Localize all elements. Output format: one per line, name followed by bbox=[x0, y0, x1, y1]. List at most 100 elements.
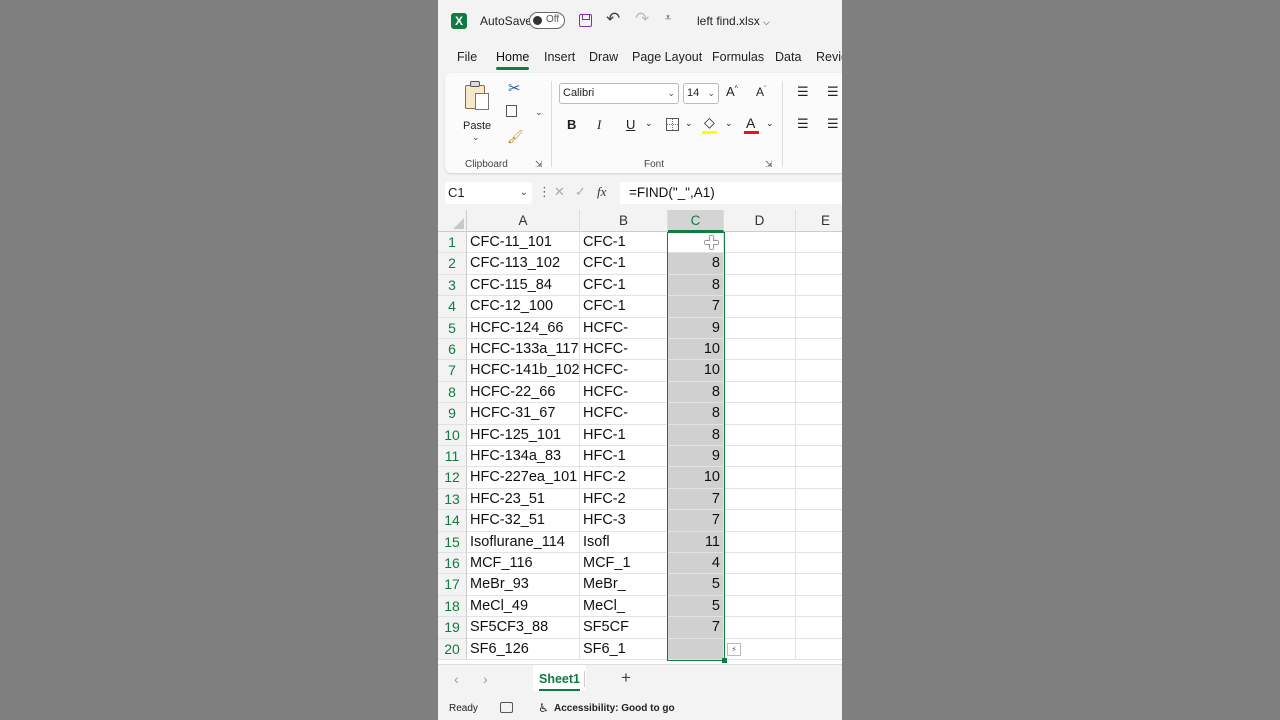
cell-d4[interactable] bbox=[724, 296, 796, 318]
cell-a10[interactable]: HFC-125_101 bbox=[467, 424, 580, 446]
cell-c4[interactable]: 7 bbox=[668, 296, 724, 318]
row-header-14[interactable]: 14 bbox=[438, 510, 467, 532]
cell-b8[interactable]: HCFC- bbox=[580, 381, 668, 404]
cell-b10[interactable]: HFC-1 bbox=[580, 424, 668, 446]
quick-analysis-icon[interactable]: ⚡ bbox=[727, 642, 741, 656]
cell-b14[interactable]: HFC-3 bbox=[580, 510, 668, 532]
cell-e13[interactable] bbox=[796, 489, 842, 511]
cell-e2[interactable] bbox=[796, 253, 842, 275]
enter-icon[interactable]: ✓ bbox=[575, 184, 586, 200]
cell-a18[interactable]: MeCl_49 bbox=[467, 595, 580, 618]
paste-dropdown-icon[interactable]: ⌄ bbox=[472, 132, 480, 143]
cell-c18[interactable]: 5 bbox=[668, 595, 724, 618]
cell-a6[interactable]: HCFC-133a_117 bbox=[467, 339, 580, 361]
cell-b18[interactable]: MeCl_ bbox=[580, 595, 668, 618]
fill-color-icon[interactable]: ◇ bbox=[704, 114, 715, 131]
row-header-6[interactable]: 6 bbox=[438, 339, 467, 361]
align-left-icon[interactable]: ☰ bbox=[797, 116, 809, 132]
cell-b7[interactable]: HCFC- bbox=[580, 360, 668, 382]
cell-d2[interactable] bbox=[724, 253, 796, 275]
paste-button-label[interactable]: Paste bbox=[463, 120, 491, 132]
copy-icon[interactable] bbox=[503, 102, 517, 117]
name-box[interactable]: C1 ⌄ bbox=[445, 182, 532, 204]
tab-home[interactable]: Home bbox=[496, 50, 530, 70]
italic-button[interactable]: I bbox=[597, 117, 601, 133]
cell-e1[interactable] bbox=[796, 232, 842, 254]
cell-b11[interactable]: HFC-1 bbox=[580, 446, 668, 468]
cell-d19[interactable] bbox=[724, 617, 796, 639]
cell-a11[interactable]: HFC-134a_83 bbox=[467, 446, 580, 468]
tab-insert[interactable]: Insert bbox=[544, 50, 575, 64]
macro-recording-icon[interactable] bbox=[500, 702, 513, 713]
copy-dropdown-icon[interactable]: ⌄ bbox=[535, 107, 543, 118]
tab-data[interactable]: Data bbox=[775, 50, 801, 64]
row-header-4[interactable]: 4 bbox=[438, 296, 467, 318]
cell-e19[interactable] bbox=[796, 617, 842, 639]
cell-b17[interactable]: MeBr_ bbox=[580, 574, 668, 596]
row-header-17[interactable]: 17 bbox=[438, 574, 467, 596]
cell-b6[interactable]: HCFC- bbox=[580, 339, 668, 361]
previous-sheet-icon[interactable]: ‹ bbox=[454, 671, 459, 687]
row-header-12[interactable]: 12 bbox=[438, 467, 467, 489]
cell-c12[interactable]: 10 bbox=[668, 467, 724, 489]
cell-d8[interactable] bbox=[724, 381, 796, 404]
cell-d16[interactable] bbox=[724, 553, 796, 575]
font-name-select[interactable]: Calibri ⌄ bbox=[559, 83, 679, 104]
cell-c16[interactable]: 4 bbox=[668, 553, 724, 575]
cell-d11[interactable] bbox=[724, 446, 796, 468]
cell-d12[interactable] bbox=[724, 467, 796, 489]
cell-e18[interactable] bbox=[796, 596, 842, 618]
cell-a16[interactable]: MCF_116 bbox=[467, 553, 580, 575]
row-header-13[interactable]: 13 bbox=[438, 488, 467, 511]
cell-a14[interactable]: HFC-32_51 bbox=[467, 510, 580, 532]
font-color-dropdown-icon[interactable]: ⌄ bbox=[766, 118, 774, 129]
tab-review[interactable]: Revie bbox=[816, 50, 842, 64]
tab-file[interactable]: File bbox=[457, 50, 477, 64]
row-header-16[interactable]: 16 bbox=[438, 553, 467, 575]
cell-b19[interactable]: SF5CF bbox=[580, 617, 668, 639]
cell-e11[interactable] bbox=[796, 446, 842, 468]
cell-b2[interactable]: CFC-1 bbox=[580, 253, 668, 275]
cell-a12[interactable]: HFC-227ea_101 bbox=[467, 467, 580, 489]
underline-dropdown-icon[interactable]: ⌄ bbox=[645, 118, 653, 129]
column-header-b[interactable]: B bbox=[580, 210, 668, 232]
row-header-9[interactable]: 9 bbox=[438, 403, 467, 425]
cell-a2[interactable]: CFC-113_102 bbox=[467, 253, 580, 275]
cell-e17[interactable] bbox=[796, 574, 842, 596]
cell-d1[interactable] bbox=[724, 232, 796, 254]
tab-page-layout[interactable]: Page Layout bbox=[632, 50, 702, 64]
cell-a8[interactable]: HCFC-22_66 bbox=[467, 381, 580, 404]
cell-b4[interactable]: CFC-1 bbox=[580, 296, 668, 318]
bold-button[interactable]: B bbox=[567, 117, 576, 132]
row-header-20[interactable]: 20 bbox=[438, 638, 467, 660]
cell-b12[interactable]: HFC-2 bbox=[580, 467, 668, 489]
top-align-icon[interactable]: ☰ bbox=[797, 84, 809, 100]
row-header-5[interactable]: 5 bbox=[438, 317, 467, 339]
cell-c14[interactable]: 7 bbox=[668, 510, 724, 532]
cell-d3[interactable] bbox=[724, 274, 796, 297]
cell-a17[interactable]: MeBr_93 bbox=[467, 574, 580, 596]
cell-a5[interactable]: HCFC-124_66 bbox=[467, 317, 580, 339]
row-header-15[interactable]: 15 bbox=[438, 531, 467, 553]
cell-c17[interactable]: 5 bbox=[668, 574, 724, 596]
cell-e6[interactable] bbox=[796, 339, 842, 361]
select-all-button[interactable] bbox=[438, 210, 467, 232]
cell-a13[interactable]: HFC-23_51 bbox=[467, 488, 580, 511]
row-header-18[interactable]: 18 bbox=[438, 595, 467, 618]
cell-c11[interactable]: 9 bbox=[668, 446, 724, 468]
next-sheet-icon[interactable]: › bbox=[483, 671, 488, 687]
cell-a19[interactable]: SF5CF3_88 bbox=[467, 617, 580, 639]
worksheet-grid[interactable]: A B C D E 1 CFC-11_101 CFC-1 2 CFC-113_102 CF… bbox=[438, 210, 842, 664]
cell-d7[interactable] bbox=[724, 360, 796, 382]
redo-icon[interactable]: ↷ bbox=[635, 9, 649, 29]
formula-input[interactable]: =FIND("_",A1) bbox=[620, 182, 842, 204]
cell-e16[interactable] bbox=[796, 553, 842, 575]
borders-icon[interactable] bbox=[666, 118, 679, 131]
cell-d15[interactable] bbox=[724, 531, 796, 553]
font-color-icon[interactable]: A bbox=[746, 115, 755, 131]
row-header-7[interactable]: 7 bbox=[438, 360, 467, 382]
column-header-a[interactable]: A bbox=[467, 210, 580, 232]
middle-align-icon[interactable]: ☰ bbox=[827, 84, 839, 100]
cell-e3[interactable] bbox=[796, 275, 842, 297]
cancel-icon[interactable]: ✕ bbox=[554, 184, 565, 200]
